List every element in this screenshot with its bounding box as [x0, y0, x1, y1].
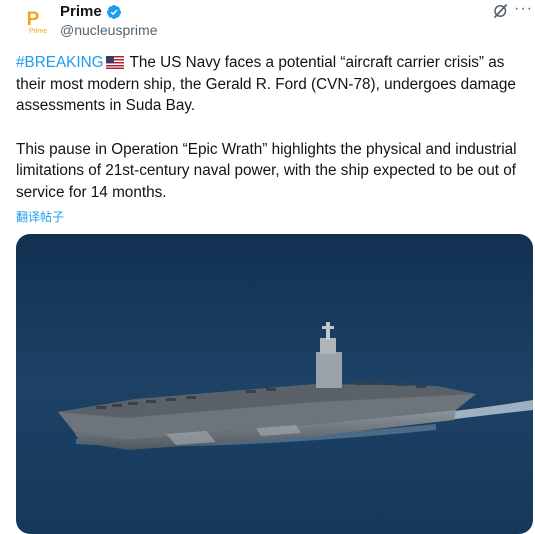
aircraft-carrier-photo: [16, 234, 533, 534]
translate-post-link[interactable]: 翻译帖子: [16, 208, 64, 225]
author-name[interactable]: Prime: [60, 3, 102, 20]
tweet-text: #BREAKING The US Navy faces a potential …: [16, 52, 528, 203]
avatar-subtext: Prime: [28, 28, 48, 35]
tweet-paragraph-2: This pause in Operation “Epic Wrath” hig…: [16, 140, 517, 201]
tweet-media-photo[interactable]: [16, 234, 533, 534]
tweet-paragraph-1: #BREAKING The US Navy faces a potential …: [16, 52, 528, 117]
author-avatar[interactable]: P Prime: [13, 4, 53, 44]
author-name-row: Prime: [60, 3, 122, 20]
us-flag-icon: [105, 56, 124, 69]
avatar-letter: P: [26, 9, 40, 30]
grok-icon[interactable]: [492, 2, 510, 20]
author-handle[interactable]: @nucleusprime: [60, 22, 157, 38]
more-options-icon[interactable]: ···: [514, 0, 533, 18]
hashtag-link[interactable]: #BREAKING: [16, 54, 104, 71]
verified-badge-icon: [106, 4, 121, 19]
